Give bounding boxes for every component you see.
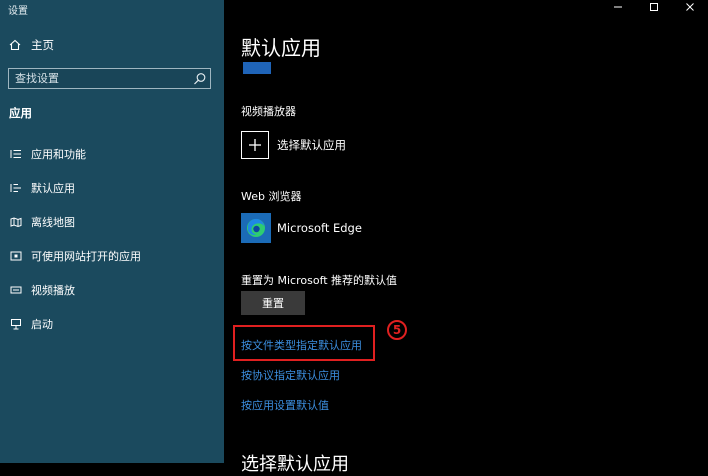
sidebar-item-website-apps[interactable]: 可使用网站打开的应用 (9, 245, 141, 267)
sidebar-item-label: 视频播放 (31, 284, 75, 297)
window-title: 设置 (8, 6, 28, 17)
offline-map-icon (9, 215, 23, 229)
sidebar-item-label: 可使用网站打开的应用 (31, 250, 141, 263)
choose-default-apps-heading: 选择默认应用 (241, 454, 349, 475)
sidebar-item-label: 离线地图 (31, 216, 75, 229)
sidebar-item-offline-maps[interactable]: 离线地图 (9, 211, 75, 233)
startup-icon (9, 317, 23, 331)
edge-icon (241, 213, 271, 243)
maximize-icon (650, 3, 658, 11)
video-player-default-app[interactable]: 选择默认应用 (241, 131, 346, 159)
reset-label: 重置为 Microsoft 推荐的默认值 (241, 274, 398, 287)
app-icon-partial (243, 62, 271, 74)
web-browser-app-label: Microsoft Edge (277, 221, 362, 235)
sidebar-item-apps-features[interactable]: 应用和功能 (9, 143, 86, 165)
video-player-app-label: 选择默认应用 (277, 138, 346, 152)
sidebar-item-video-playback[interactable]: 视频播放 (9, 279, 75, 301)
step-badge: 5 (387, 320, 407, 340)
search-icon[interactable] (193, 71, 207, 90)
sidebar-item-label: 启动 (31, 318, 53, 331)
web-browser-default-app[interactable]: Microsoft Edge (241, 213, 362, 243)
nav-home[interactable]: 主页 (9, 37, 54, 53)
link-by-app[interactable]: 按应用设置默认值 (241, 397, 329, 413)
close-icon (686, 3, 694, 11)
sidebar-item-startup[interactable]: 启动 (9, 313, 53, 335)
window-controls (600, 0, 708, 14)
home-label: 主页 (31, 38, 54, 52)
apps-list-icon (9, 147, 23, 161)
minimize-icon (614, 6, 622, 8)
sidebar-item-label: 默认应用 (31, 182, 75, 195)
video-playback-icon (9, 283, 23, 297)
maximize-button[interactable] (636, 0, 672, 14)
settings-sidebar: 设置 主页 应用 应用和功能 默认应用 离线地图 可使用网站打 (0, 0, 224, 463)
plus-icon (241, 131, 269, 159)
reset-button[interactable]: 重置 (241, 291, 305, 315)
section-title-apps: 应用 (9, 106, 32, 120)
minimize-button[interactable] (600, 0, 636, 14)
page-title: 默认应用 (241, 36, 321, 60)
home-icon (9, 39, 23, 51)
website-apps-icon (9, 249, 23, 263)
link-by-file-type[interactable]: 按文件类型指定默认应用 (241, 337, 362, 353)
web-browser-label: Web 浏览器 (241, 190, 302, 203)
search-input[interactable] (9, 69, 201, 88)
video-player-label: 视频播放器 (241, 105, 296, 118)
search-box[interactable] (8, 68, 211, 89)
sidebar-item-default-apps[interactable]: 默认应用 (9, 177, 75, 199)
sidebar-item-label: 应用和功能 (31, 148, 86, 161)
close-button[interactable] (672, 0, 708, 14)
default-apps-icon (9, 181, 23, 195)
link-by-protocol[interactable]: 按协议指定默认应用 (241, 367, 340, 383)
